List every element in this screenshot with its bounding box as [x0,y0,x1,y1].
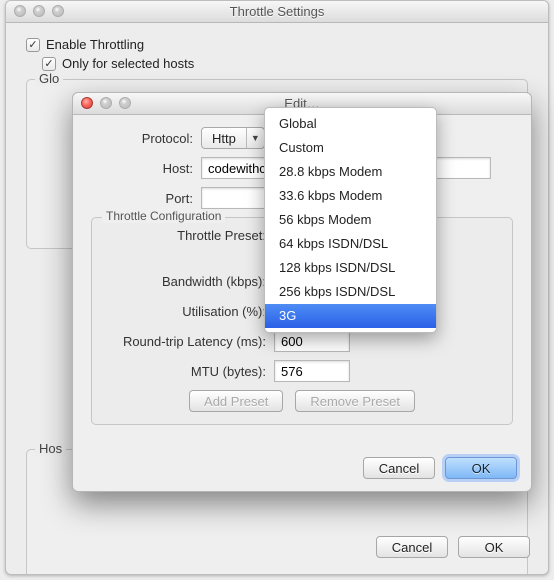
preset-option[interactable]: 3G [265,304,436,328]
remove-preset-label: Remove Preset [310,394,400,409]
global-groupbox-label: Glo [35,71,63,86]
enable-throttling-checkbox[interactable]: ✓ [26,38,40,52]
sheet-cancel-label: Cancel [379,461,419,476]
mtu-input[interactable] [274,360,350,382]
preset-option[interactable]: Global [265,112,436,136]
cancel-button[interactable]: Cancel [376,536,448,558]
hosts-groupbox-label: Hos [35,441,66,456]
mtu-label: MTU (bytes): [104,364,274,379]
preset-option[interactable]: 128 kbps ISDN/DSL [265,256,436,280]
throttle-config-label: Throttle Configuration [102,209,225,223]
bandwidth-label: Bandwidth (kbps): [104,274,274,289]
window-title: Throttle Settings [230,4,325,19]
protocol-select[interactable]: Http ▼ [201,127,265,149]
latency-label: Round-trip Latency (ms): [104,334,274,349]
port-label: Port: [91,191,201,206]
add-preset-label: Add Preset [204,394,268,409]
preset-option[interactable]: 256 kbps ISDN/DSL [265,280,436,304]
titlebar: Throttle Settings [6,1,548,23]
utilisation-label: Utilisation (%): [104,304,274,319]
preset-option[interactable]: 28.8 kbps Modem [265,160,436,184]
ok-button-label: OK [485,540,504,555]
sheet-traffic-lights [81,97,131,109]
cancel-button-label: Cancel [392,540,432,555]
ok-button[interactable]: OK [458,536,530,558]
throttle-preset-dropdown[interactable]: GlobalCustom28.8 kbps Modem33.6 kbps Mod… [264,107,437,333]
protocol-value: Http [202,131,246,146]
add-preset-button[interactable]: Add Preset [189,390,283,412]
remove-preset-button[interactable]: Remove Preset [295,390,415,412]
preset-option[interactable]: Custom [265,136,436,160]
preset-option[interactable]: 56 kbps Modem [265,208,436,232]
close-icon[interactable] [14,5,26,17]
close-icon[interactable] [81,97,93,109]
only-selected-hosts-label: Only for selected hosts [62,56,194,71]
sheet-ok-button[interactable]: OK [445,457,517,479]
host-label: Host: [91,161,201,176]
preset-option[interactable]: 33.6 kbps Modem [265,184,436,208]
preset-option[interactable]: 64 kbps ISDN/DSL [265,232,436,256]
chevron-down-icon: ▼ [246,128,264,148]
traffic-lights [14,5,64,17]
minimize-icon[interactable] [33,5,45,17]
minimize-icon [100,97,112,109]
latency-input[interactable] [274,330,350,352]
sheet-ok-label: OK [472,461,491,476]
zoom-icon [119,97,131,109]
only-selected-hosts-checkbox[interactable]: ✓ [42,57,56,71]
zoom-icon[interactable] [52,5,64,17]
enable-throttling-label: Enable Throttling [46,37,144,52]
sheet-cancel-button[interactable]: Cancel [363,457,435,479]
protocol-label: Protocol: [91,131,201,146]
preset-label: Throttle Preset: [104,228,274,243]
